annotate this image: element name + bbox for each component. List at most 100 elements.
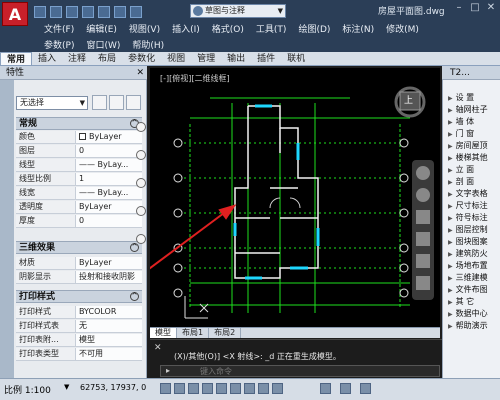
palette-item-grid-column[interactable]: ▶ 轴网柱子 bbox=[448, 104, 500, 116]
command-input[interactable] bbox=[200, 365, 430, 377]
side-option-icon[interactable] bbox=[136, 178, 146, 188]
tab-plugins[interactable]: 插件 bbox=[251, 52, 281, 65]
prop-row-plot-attached[interactable]: 打印表附... 模型 bbox=[16, 334, 142, 347]
selection-cycling-icon[interactable] bbox=[272, 383, 283, 394]
tab-layout[interactable]: 布局 bbox=[92, 52, 122, 65]
open-file-icon[interactable] bbox=[50, 6, 62, 18]
side-option-icon[interactable] bbox=[136, 122, 146, 132]
scale-dropdown[interactable]: 比例 1:100 bbox=[4, 383, 51, 396]
menu-draw[interactable]: 绘图(D) bbox=[298, 22, 330, 35]
tab-model[interactable]: 模型 bbox=[150, 328, 177, 338]
palette-item-settings[interactable]: ▶ 设 置 bbox=[448, 92, 500, 104]
close-button[interactable]: ✕ bbox=[484, 2, 498, 14]
maximize-button[interactable]: □ bbox=[468, 2, 482, 14]
undo-icon[interactable] bbox=[114, 6, 126, 18]
section-3d-effects[interactable]: 三维效果 ^ bbox=[16, 241, 142, 254]
palette-item-data-center[interactable]: ▶ 数据中心 bbox=[448, 308, 500, 320]
prop-row-plot-style[interactable]: 打印样式 BYCOLOR bbox=[16, 306, 142, 319]
palette-item-elevation[interactable]: ▶ 立 面 bbox=[448, 164, 500, 176]
menu-modify[interactable]: 修改(M) bbox=[386, 22, 419, 35]
grid-icon[interactable] bbox=[174, 383, 185, 394]
prop-row-color[interactable]: 颜色 ByLayer bbox=[16, 131, 142, 144]
prop-row-material[interactable]: 材质 ByLayer bbox=[16, 257, 142, 270]
orbit-icon[interactable] bbox=[416, 188, 430, 202]
palette-item-layer[interactable]: ▶ 图层控制 bbox=[448, 224, 500, 236]
workspace-dropdown[interactable]: 草图与注释 ▼ bbox=[190, 4, 286, 18]
tab-manage[interactable]: 管理 bbox=[191, 52, 221, 65]
prop-row-layer[interactable]: 图层 0 bbox=[16, 145, 142, 158]
chevron-down-icon[interactable]: ▼ bbox=[64, 383, 69, 391]
tab-parametric[interactable]: 参数化 bbox=[122, 52, 161, 65]
palette-item-block-hatch[interactable]: ▶ 图块图案 bbox=[448, 236, 500, 248]
orbit-3d-icon[interactable] bbox=[416, 254, 430, 268]
menu-file[interactable]: 文件(F) bbox=[44, 22, 74, 35]
prop-row-lineweight[interactable]: 线宽 —— ByLay... bbox=[16, 187, 142, 200]
side-option-icon[interactable] bbox=[136, 206, 146, 216]
close-icon[interactable]: ✕ bbox=[154, 343, 162, 353]
showmotion-icon[interactable] bbox=[416, 276, 430, 290]
menu-insert[interactable]: 插入(I) bbox=[172, 22, 200, 35]
command-prompt-icon[interactable]: ▸ bbox=[166, 366, 170, 375]
menu-parametric[interactable]: 参数(P) bbox=[44, 38, 74, 51]
prop-row-linetype-scale[interactable]: 线型比例 1 bbox=[16, 173, 142, 186]
prop-row-thickness[interactable]: 厚度 0 bbox=[16, 215, 142, 228]
palette-item-help[interactable]: ▶ 帮助演示 bbox=[448, 320, 500, 332]
palette-item-site[interactable]: ▶ 场地布置 bbox=[448, 260, 500, 272]
prop-row-shadow[interactable]: 阴影显示 投射和接收阴影 bbox=[16, 271, 142, 284]
palette-item-stairs[interactable]: ▶ 楼梯其他 bbox=[448, 152, 500, 164]
section-plot-style[interactable]: 打印样式 ^ bbox=[16, 290, 142, 303]
save-icon[interactable] bbox=[66, 6, 78, 18]
side-option-icon[interactable] bbox=[136, 150, 146, 160]
new-file-icon[interactable] bbox=[34, 6, 46, 18]
pan-hand-icon[interactable] bbox=[416, 210, 430, 224]
menu-dimension[interactable]: 标注(N) bbox=[342, 22, 374, 35]
selection-dropdown[interactable]: 无选择 ▼ bbox=[16, 96, 88, 110]
collapse-icon[interactable]: ^ bbox=[130, 292, 139, 301]
menu-help[interactable]: 帮助(H) bbox=[132, 38, 164, 51]
tab-output[interactable]: 输出 bbox=[221, 52, 251, 65]
lineweight-icon[interactable] bbox=[244, 383, 255, 394]
palette-item-other[interactable]: ▶ 其 它 bbox=[448, 296, 500, 308]
toggle-pickadd-icon[interactable] bbox=[92, 95, 107, 110]
drawing-canvas[interactable] bbox=[150, 68, 440, 328]
palette-item-door-window[interactable]: ▶ 门 窗 bbox=[448, 128, 500, 140]
annotation-scale-icon[interactable] bbox=[340, 383, 351, 394]
quick-select-icon[interactable] bbox=[126, 95, 141, 110]
menu-tools[interactable]: 工具(T) bbox=[256, 22, 287, 35]
viewcube-face-label[interactable]: 上 bbox=[404, 93, 413, 106]
zoom-extents-icon[interactable] bbox=[416, 232, 430, 246]
menu-window[interactable]: 窗口(W) bbox=[86, 38, 120, 51]
prop-row-linetype[interactable]: 线型 —— ByLay... bbox=[16, 159, 142, 172]
workspace-switch-icon[interactable] bbox=[360, 383, 371, 394]
prop-row-plot-type[interactable]: 打印表类型 不可用 bbox=[16, 348, 142, 361]
palette-item-section[interactable]: ▶ 剖 面 bbox=[448, 176, 500, 188]
viewport-controls[interactable]: [-][俯视][二维线框] bbox=[160, 73, 230, 84]
menu-format[interactable]: 格式(O) bbox=[212, 22, 244, 35]
tab-annotate[interactable]: 注释 bbox=[62, 52, 92, 65]
palette-item-3d[interactable]: ▶ 三维建模 bbox=[448, 272, 500, 284]
snap-icon[interactable] bbox=[160, 383, 171, 394]
tab-layout1[interactable]: 布局1 bbox=[177, 328, 210, 338]
app-logo-button[interactable]: A bbox=[2, 2, 28, 26]
prop-row-plot-table[interactable]: 打印样式表无 bbox=[16, 320, 142, 333]
palette-side-strip[interactable] bbox=[0, 80, 14, 378]
minimize-button[interactable]: – bbox=[452, 2, 466, 14]
save-as-icon[interactable] bbox=[82, 6, 94, 18]
osnap-icon[interactable] bbox=[216, 383, 227, 394]
transparency-icon[interactable] bbox=[258, 383, 269, 394]
prop-row-transparency[interactable]: 透明度 ByLayer bbox=[16, 201, 142, 214]
model-space-icon[interactable] bbox=[320, 383, 331, 394]
tab-online[interactable]: 联机 bbox=[281, 52, 311, 65]
palette-item-dimension[interactable]: ▶ 尺寸标注 bbox=[448, 200, 500, 212]
tab-insert[interactable]: 插入 bbox=[32, 52, 62, 65]
tab-home[interactable]: 常用 bbox=[0, 52, 33, 65]
select-objects-icon[interactable] bbox=[109, 95, 124, 110]
ortho-icon[interactable] bbox=[188, 383, 199, 394]
tab-view[interactable]: 视图 bbox=[161, 52, 191, 65]
menu-edit[interactable]: 编辑(E) bbox=[86, 22, 117, 35]
print-icon[interactable] bbox=[98, 6, 110, 18]
palette-item-symbol[interactable]: ▶ 符号标注 bbox=[448, 212, 500, 224]
palette-item-fire[interactable]: ▶ 建筑防火 bbox=[448, 248, 500, 260]
side-option-icon[interactable] bbox=[136, 234, 146, 244]
steering-wheel-icon[interactable] bbox=[416, 166, 430, 180]
